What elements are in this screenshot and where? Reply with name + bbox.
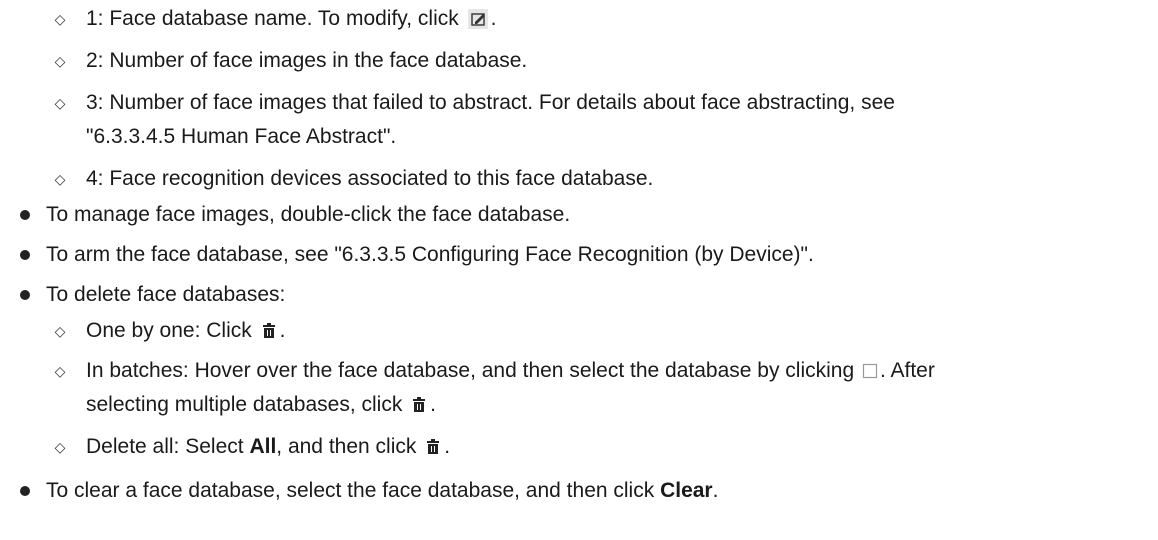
edit-icon[interactable] [467,8,489,30]
list-item-delete-one: One by one: Click . [86,319,286,342]
bullet-delete-databases: To delete face databases: [46,283,286,306]
diamond-bullet-icon: ◇ [54,95,66,111]
clear-button-label: Clear [660,479,713,502]
bullet-dot-icon [20,486,30,496]
list-item-delete-batches: In batches: Hover over the face database… [86,359,935,382]
diamond-bullet-icon: ◇ [54,439,66,455]
list-item-image-count: 2: Number of face images in the face dat… [86,49,528,72]
all-option-label: All [249,435,277,458]
trash-icon[interactable] [260,322,278,340]
diamond-bullet-icon: ◇ [54,323,66,339]
list-item-delete-batches-cont: selecting multiple databases, click . [86,393,437,416]
document-page: ◇ 1: Face database name. To modify, clic… [0,0,1158,540]
checkbox-icon[interactable] [862,363,878,379]
diamond-bullet-icon: ◇ [54,363,66,379]
bullet-arm-database: To arm the face database, see "6.3.3.5 C… [46,243,814,266]
bullet-dot-icon [20,250,30,260]
bullet-clear-database: To clear a face database, select the fac… [46,479,719,502]
list-item-delete-all: Delete all: Select All, and then click . [86,435,451,458]
bullet-manage-images: To manage face images, double-click the … [46,203,571,226]
bullet-dot-icon [20,210,30,220]
bullet-dot-icon [20,290,30,300]
list-item-db-name: 1: Face database name. To modify, click … [86,7,497,30]
list-item-failed-count-cont: "6.3.3.4.5 Human Face Abstract". [86,125,397,148]
diamond-bullet-icon: ◇ [54,11,66,27]
list-item-devices: 4: Face recognition devices associated t… [86,167,654,190]
diamond-bullet-icon: ◇ [54,171,66,187]
trash-icon[interactable] [424,438,442,456]
diamond-bullet-icon: ◇ [54,53,66,69]
list-item-failed-count: 3: Number of face images that failed to … [86,91,895,114]
trash-icon[interactable] [410,396,428,414]
